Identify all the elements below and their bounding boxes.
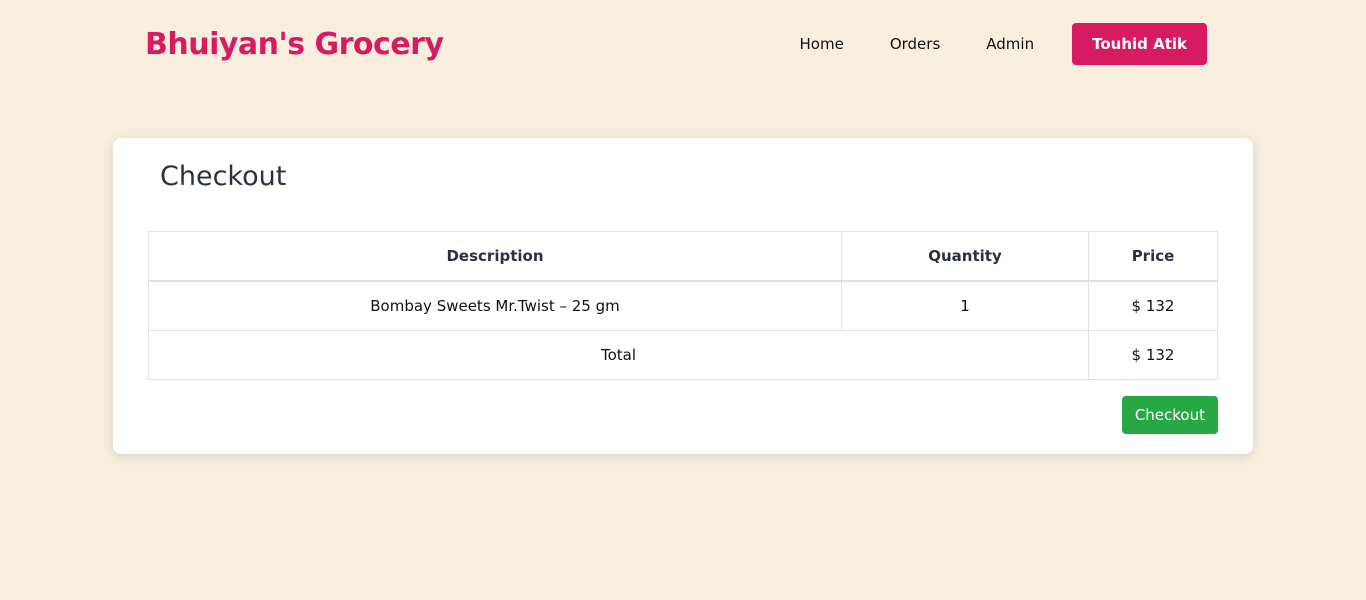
table-row: Bombay Sweets Mr.Twist – 25 gm 1 $ 132 — [148, 280, 1218, 331]
item-price: $ 132 — [1088, 280, 1218, 331]
item-quantity: 1 — [841, 280, 1089, 331]
total-value: $ 132 — [1088, 330, 1218, 380]
total-label: Total — [148, 330, 1089, 380]
table-header-row: Description Quantity Price — [148, 231, 1218, 282]
column-header-price: Price — [1088, 231, 1218, 282]
nav-link-home[interactable]: Home — [800, 23, 844, 65]
column-header-description: Description — [148, 231, 842, 282]
nav-link-orders[interactable]: Orders — [890, 23, 940, 65]
checkout-card: Checkout Description Quantity Price Bomb… — [113, 138, 1253, 454]
checkout-table: Description Quantity Price Bombay Sweets… — [148, 231, 1218, 380]
navbar: Bhuiyan's Grocery Home Orders Admin Touh… — [0, 0, 1366, 88]
user-account-button[interactable]: Touhid Atik — [1072, 23, 1207, 65]
column-header-quantity: Quantity — [841, 231, 1089, 282]
item-description: Bombay Sweets Mr.Twist – 25 gm — [148, 280, 842, 331]
page-title: Checkout — [160, 161, 287, 192]
nav-link-admin[interactable]: Admin — [986, 23, 1034, 65]
total-row: Total $ 132 — [148, 330, 1218, 380]
brand-logo-text[interactable]: Bhuiyan's Grocery — [145, 25, 444, 65]
nav-links: Home Orders Admin Touhid Atik — [800, 23, 1207, 65]
checkout-button[interactable]: Checkout — [1121, 396, 1218, 434]
